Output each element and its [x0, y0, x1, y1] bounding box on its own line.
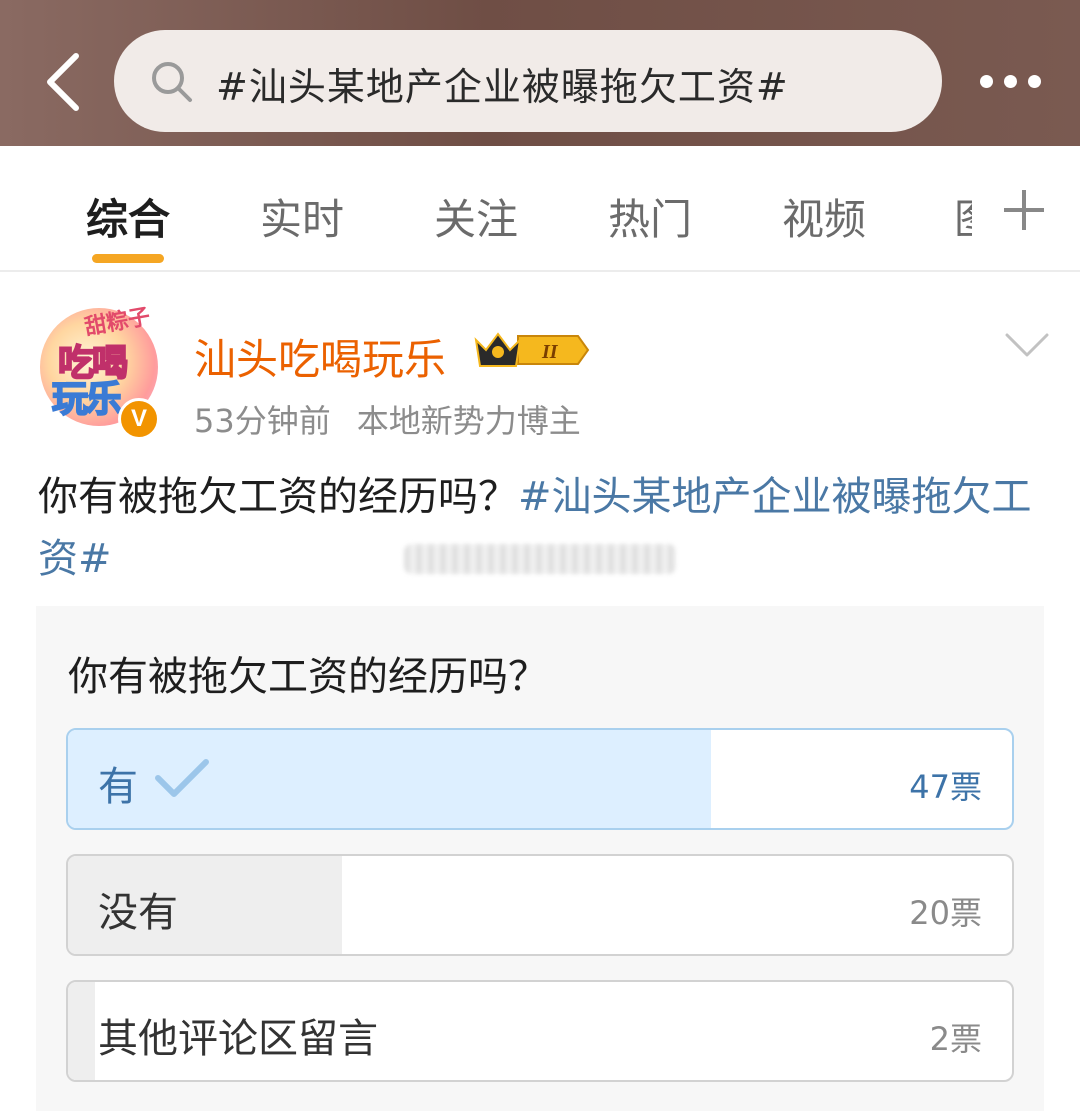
- tab-realtime[interactable]: 实时: [260, 186, 344, 247]
- post-time: 53分钟前: [194, 402, 331, 440]
- tab-video[interactable]: 视频: [782, 186, 866, 247]
- poll-option-label: 有: [98, 764, 138, 810]
- level-badge-text: II: [541, 341, 559, 363]
- poll-option-no[interactable]: 没有 20票: [66, 854, 1014, 956]
- search-query[interactable]: #汕头某地产企业被曝拖欠工资#: [216, 56, 789, 111]
- top-bar: #汕头某地产企业被曝拖欠工资#: [0, 0, 1080, 146]
- post-source: 本地新势力博主: [356, 402, 581, 440]
- chevron-down-icon[interactable]: [1004, 330, 1050, 360]
- poll-option-fill: [68, 982, 96, 1080]
- crown-level-badge[interactable]: II: [474, 328, 590, 372]
- tab-bar: 综合 实时 关注 热门 视频 图: [0, 146, 1080, 272]
- poll-option-label: 没有: [98, 890, 178, 936]
- plus-icon[interactable]: [1000, 186, 1048, 234]
- poll-option-other[interactable]: 其他评论区留言 2票: [66, 980, 1014, 1082]
- tab-comprehensive[interactable]: 综合: [86, 186, 170, 247]
- post-meta: 53分钟前 本地新势力博主: [194, 396, 581, 442]
- author-name[interactable]: 汕头吃喝玩乐: [194, 326, 446, 387]
- avatar-text-line2: 玩乐: [51, 378, 123, 421]
- more-dots-icon[interactable]: [972, 66, 1052, 98]
- active-tab-indicator: [92, 254, 164, 263]
- back-arrow-icon[interactable]: [36, 50, 96, 114]
- checkmark-icon: [154, 756, 210, 800]
- tab-following[interactable]: 关注: [434, 186, 518, 247]
- poll-option-label: 其他评论区留言: [98, 1016, 378, 1062]
- tab-hot[interactable]: 热门: [608, 186, 692, 247]
- search-icon: [150, 60, 194, 104]
- blurred-watermark: [404, 544, 676, 574]
- poll-option-votes: 20票: [909, 894, 982, 932]
- verified-badge: V: [118, 398, 160, 440]
- poll-option-votes: 2票: [929, 1020, 982, 1058]
- poll-question: 你有被拖欠工资的经历吗？: [68, 654, 548, 700]
- poll-option-votes: 47票: [909, 768, 982, 806]
- post-body-text: 你有被拖欠工资的经历吗？: [38, 474, 518, 520]
- tab-images-partial[interactable]: 图: [954, 186, 972, 236]
- poll-option-yes[interactable]: 有 47票: [66, 728, 1014, 830]
